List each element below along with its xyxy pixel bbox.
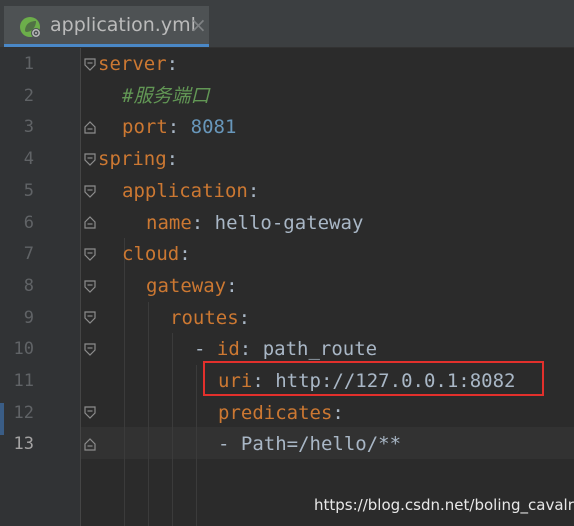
yaml-key: gateway — [146, 274, 227, 297]
fold-open-icon[interactable] — [84, 185, 96, 198]
yaml-key: port — [122, 116, 168, 139]
colon: : — [247, 179, 260, 202]
yaml-number: 8081 — [190, 116, 237, 139]
line-number: 13 — [13, 434, 34, 455]
line-number: 6 — [23, 212, 34, 233]
fold-close-icon[interactable] — [84, 216, 96, 229]
colon: : — [166, 53, 179, 75]
fold-close-icon[interactable] — [84, 438, 96, 451]
code-line: application: — [122, 175, 259, 207]
line-number: 1 — [23, 54, 34, 74]
code-line: routes: — [170, 302, 250, 334]
yaml-key: name — [146, 211, 192, 234]
line-number: 11 — [13, 371, 34, 391]
close-icon[interactable]: × — [190, 13, 207, 37]
colon: : — [166, 148, 179, 171]
line-number: 8 — [23, 275, 34, 296]
colon: : — [191, 211, 204, 234]
indent-guide — [124, 270, 125, 526]
fold-open-icon[interactable] — [84, 58, 96, 71]
yaml-dash: - — [194, 338, 217, 361]
yaml-key: spring — [98, 148, 167, 171]
colon: : — [226, 274, 238, 297]
colon: : — [179, 243, 191, 266]
code-line: predicates: — [218, 397, 344, 429]
code-line: spring: — [98, 143, 178, 175]
line-number: 10 — [13, 339, 34, 360]
code-line: port: 8081 — [122, 111, 236, 143]
editor-tab-bar: application.yml × — [0, 0, 574, 48]
indent-guide — [172, 333, 173, 526]
gutter-separator — [80, 48, 81, 526]
red-highlight-box — [203, 361, 544, 396]
code-line: gateway: — [146, 270, 238, 302]
colon: : — [238, 306, 251, 329]
fold-open-icon[interactable] — [84, 153, 96, 166]
fold-open-icon[interactable] — [84, 406, 96, 419]
line-number: 2 — [23, 85, 34, 106]
fold-open-icon[interactable] — [84, 280, 96, 293]
yaml-key: predicates — [218, 401, 333, 424]
line-number: 9 — [23, 307, 34, 328]
line-number: 7 — [23, 244, 34, 265]
yaml-key: routes — [170, 306, 239, 329]
line-number: 12 — [13, 402, 34, 423]
yaml-comment: #服务端口 — [122, 84, 210, 107]
yaml-value: - Path=/hello/** — [218, 433, 402, 456]
line-number: 4 — [23, 149, 34, 170]
code-line: cloud: — [122, 238, 191, 270]
indent-guide — [196, 365, 197, 526]
watermark: https://blog.csdn.net/boling_cavalry — [314, 496, 574, 514]
yaml-key: id — [216, 338, 240, 361]
yaml-key: server — [98, 53, 167, 75]
line-number: 5 — [23, 180, 34, 201]
fold-close-icon[interactable] — [84, 121, 96, 134]
tab-application-yml[interactable]: application.yml × — [4, 6, 209, 47]
code-line: name: hello-gateway — [146, 207, 363, 239]
colon: : — [332, 401, 344, 424]
line-number: 3 — [23, 117, 34, 138]
indent-guide — [148, 302, 149, 526]
yaml-value: hello-gateway — [214, 211, 364, 234]
spring-leaf-icon — [20, 17, 41, 38]
fold-open-icon[interactable] — [84, 248, 96, 261]
code-line: - Path=/hello/** — [218, 428, 401, 460]
code-editor[interactable]: 1 2 3 4 5 6 7 8 9 10 11 12 13 server: #服… — [0, 48, 574, 526]
tab-title: application.yml — [50, 14, 196, 36]
yaml-value: path_route — [262, 338, 378, 361]
code-line: #服务端口 — [122, 80, 209, 112]
yaml-key: application — [122, 179, 248, 202]
fold-open-icon[interactable] — [84, 311, 96, 324]
colon: : — [239, 338, 252, 361]
colon: : — [167, 116, 180, 139]
yaml-key: cloud — [122, 243, 180, 266]
code-line: server: — [98, 48, 178, 80]
fold-open-icon[interactable] — [84, 343, 96, 356]
